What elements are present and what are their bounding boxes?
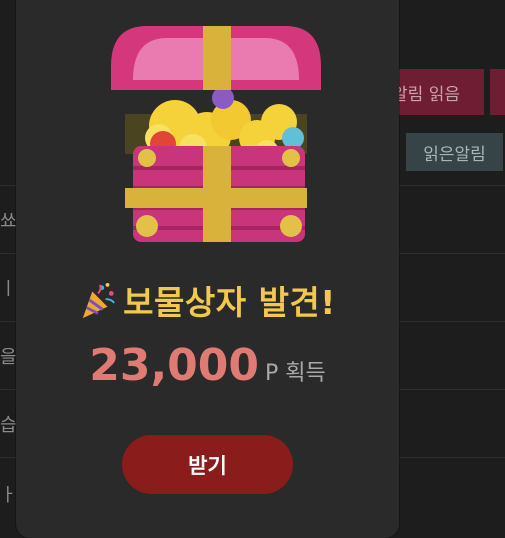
treasure-popup: 보물상자 발견! 23,000 P 획득 받기 bbox=[16, 0, 399, 538]
points-unit: P 획득 bbox=[265, 361, 326, 386]
claim-button[interactable]: 받기 bbox=[122, 435, 293, 494]
points-value: 23,000 bbox=[89, 340, 260, 391]
points-reward: 23,000 P 획득 bbox=[16, 340, 399, 391]
treasure-chest-icon bbox=[111, 26, 321, 242]
read-notifications-button[interactable]: 읽은알림 bbox=[406, 133, 503, 171]
delete-all-button[interactable] bbox=[490, 69, 505, 115]
party-popper-icon bbox=[82, 282, 116, 319]
popup-title: 보물상자 발견! bbox=[16, 276, 399, 324]
